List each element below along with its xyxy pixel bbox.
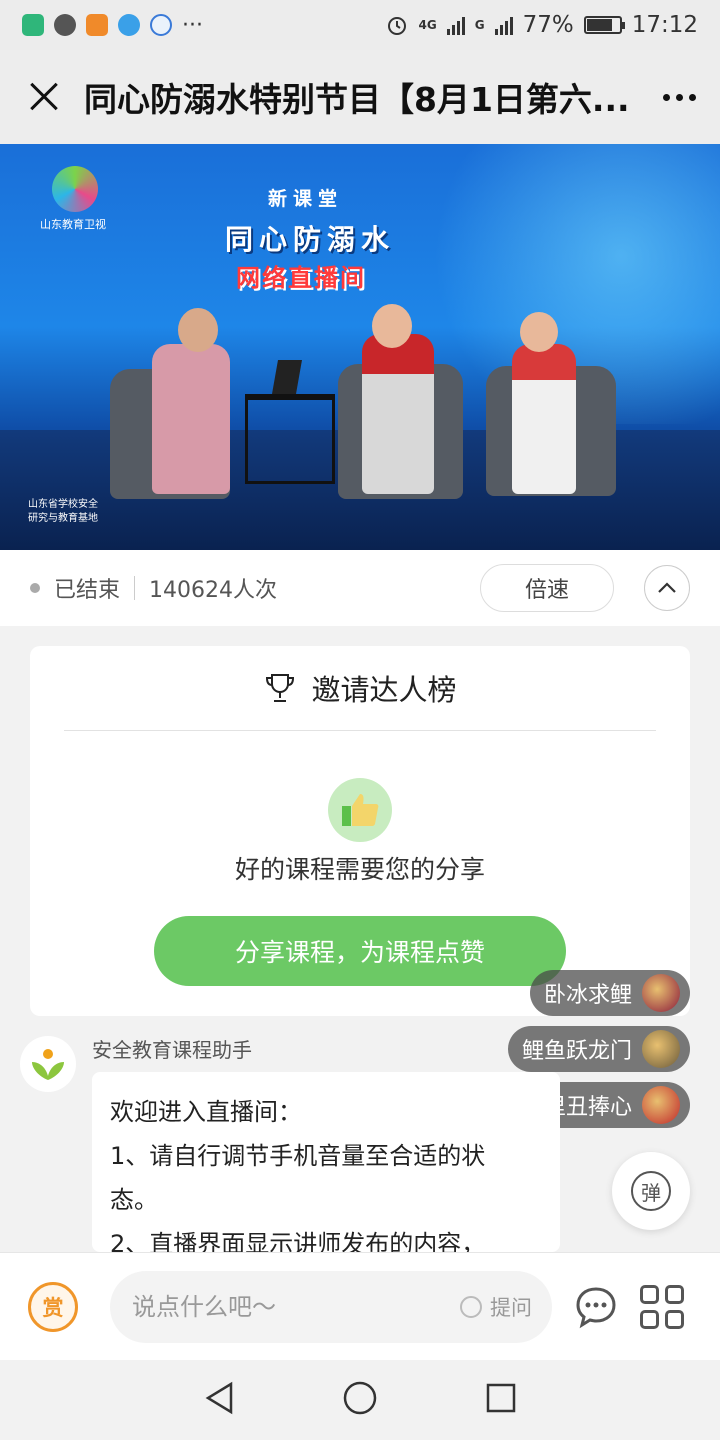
chat-bubble-icon[interactable]: [574, 1285, 618, 1329]
channel-logo: [52, 166, 98, 212]
card-title: 邀请达人榜: [311, 673, 457, 707]
stage-table: [245, 394, 335, 484]
guest-head: [520, 312, 558, 352]
playback-speed-button[interactable]: 倍速: [480, 564, 614, 612]
status-more-icon: ···: [182, 12, 203, 38]
video-caption-line1: 新课堂: [268, 188, 344, 210]
live-status: 已结束: [54, 578, 121, 603]
ask-label: 提问: [490, 1295, 532, 1320]
home-nav-icon[interactable]: [342, 1380, 378, 1420]
video-app-icon: [86, 14, 108, 36]
channel-name: 山东教育卫视: [40, 218, 106, 231]
input-bar: 赏 提问: [0, 1252, 720, 1360]
network-type-2: G: [474, 18, 485, 32]
video-player[interactable]: 山东教育卫视 新课堂 同心防溺水 网络直播间 山东省学校安全 研究与教育基地: [0, 144, 720, 550]
card-header: 邀请达人榜: [30, 646, 690, 730]
page-title: 同心防溺水特别节目【8月1日第六...: [84, 80, 630, 119]
reward-button[interactable]: 赏: [28, 1281, 78, 1332]
radio-circle-icon: [460, 1295, 482, 1318]
guest-figure: [362, 334, 434, 494]
assistant-name: 安全教育课程助手: [92, 1038, 252, 1062]
host-head: [178, 308, 218, 352]
shield-app-icon: [22, 14, 44, 36]
browser-app-icon: [118, 14, 140, 36]
status-dot: [30, 583, 40, 593]
battery-icon: [583, 16, 625, 34]
chevron-up-icon: [658, 582, 676, 593]
network-type: 4G: [418, 18, 437, 32]
status-bar: ··· 4G G 77% 17:12: [0, 0, 720, 50]
card-divider: [64, 730, 656, 731]
divider: [134, 576, 136, 600]
thumbs-up-icon: [328, 778, 392, 842]
avatar: [642, 1030, 681, 1068]
live-info-row: 已结束 140624人次 倍速: [0, 550, 720, 626]
back-nav-icon[interactable]: [203, 1381, 235, 1419]
danmaku-toggle-button[interactable]: 弹: [612, 1152, 690, 1230]
alarm-icon: [387, 17, 406, 35]
video-caption-line3: 网络直播间: [236, 264, 366, 292]
danmaku-username: 卧冰求鲤: [544, 983, 633, 1008]
danmaku-username: 鲤鱼跃龙门: [522, 1039, 633, 1064]
share-course-button[interactable]: 分享课程，为课程点赞: [154, 916, 566, 986]
message-line: 态。: [110, 1186, 158, 1214]
signal-icon: [446, 15, 465, 35]
trophy-icon: [266, 674, 295, 702]
message-line: 欢迎进入直播间：: [110, 1098, 302, 1126]
recents-nav-icon[interactable]: [485, 1382, 517, 1418]
chat-message-bubble: 欢迎进入直播间： 1、请自行调节手机音量至合适的状 态。 2、直播界面显示讲师发…: [92, 1072, 560, 1252]
host-figure: [152, 344, 230, 494]
guest-head: [372, 304, 412, 348]
video-watermark: 山东省学校安全 研究与教育基地: [28, 499, 98, 524]
stage-laptop: [272, 360, 302, 394]
ask-question-toggle[interactable]: 提问: [460, 1292, 532, 1322]
title-bar: 同心防溺水特别节目【8月1日第六...: [0, 50, 720, 144]
invite-leaderboard-card: 邀请达人榜 好的课程需要您的分享 分享课程，为课程点赞: [30, 646, 690, 1016]
view-count: 140624人次: [149, 578, 277, 603]
danmaku-toggle-label: 弹: [631, 1171, 671, 1211]
battery-percent: 77%: [522, 12, 574, 38]
avatar: [642, 1086, 681, 1124]
collapse-button[interactable]: [644, 565, 690, 611]
message-line: 2、直播界面显示讲师发布的内容，: [110, 1230, 486, 1252]
video-caption-line2: 同心防溺水: [225, 223, 396, 256]
message-line: 1、请自行调节手机音量至合适的状: [110, 1142, 486, 1170]
clock: 17:12: [631, 12, 698, 38]
status-app-icons: ···: [22, 13, 203, 38]
wechat-icon: [54, 14, 76, 36]
comment-box: 提问: [110, 1270, 552, 1343]
signal-icon-2: [494, 15, 513, 35]
avatar: [642, 974, 681, 1012]
assistant-avatar[interactable]: [20, 1036, 76, 1092]
guest-figure: [512, 344, 576, 494]
danmaku-bubble[interactable]: 鲤鱼跃龙门: [508, 1026, 690, 1072]
close-icon[interactable]: [24, 77, 64, 117]
card-subtitle: 好的课程需要您的分享: [234, 855, 485, 884]
comment-input[interactable]: [132, 1292, 432, 1321]
sprout-logo-icon: [32, 1049, 64, 1080]
danmaku-bubble[interactable]: 卧冰求鲤: [530, 970, 690, 1016]
paw-app-icon: [150, 14, 172, 36]
more-menu-icon[interactable]: [663, 93, 696, 101]
system-nav-bar: [0, 1360, 720, 1440]
apps-grid-icon[interactable]: [640, 1284, 684, 1329]
